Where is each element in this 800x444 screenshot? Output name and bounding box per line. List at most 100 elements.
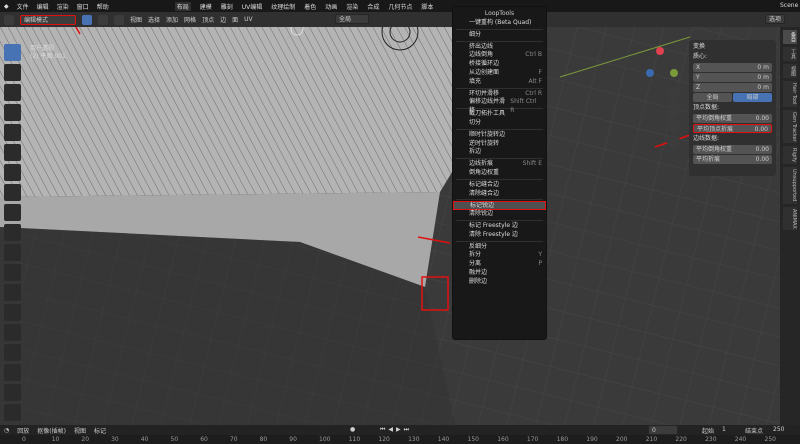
scale-icon[interactable]: [4, 124, 21, 141]
zoom-icon[interactable]: [667, 87, 680, 100]
inset-icon[interactable]: [4, 224, 21, 241]
tab-view[interactable]: 视图: [783, 64, 797, 78]
menu-item[interactable]: 顺时针旋转边: [453, 131, 546, 140]
vertex-select-icon[interactable]: [82, 14, 92, 25]
tab-unsupported[interactable]: Unsupported: [783, 167, 797, 204]
menu-item[interactable]: 标记锐边: [453, 201, 546, 211]
menu-item[interactable]: 标记缝合边: [453, 181, 546, 190]
local-button[interactable]: 局部: [733, 93, 772, 102]
y-field[interactable]: Y0 m: [693, 73, 772, 82]
tab-modeling[interactable]: 建模: [200, 2, 212, 11]
tab-layout[interactable]: 布局: [174, 1, 191, 11]
menu-item[interactable]: 删除边: [453, 278, 546, 287]
shrink-icon[interactable]: [4, 384, 21, 401]
vertex-crease-field[interactable]: 平均顶点折痕 0.00: [693, 124, 772, 133]
menu-item[interactable]: 挤出边线: [453, 43, 546, 52]
3d-viewport[interactable]: 用户透视 (2) 平面.001: [0, 27, 780, 425]
menu-item[interactable]: 桥接循环边: [453, 60, 546, 69]
spin-icon[interactable]: [4, 324, 21, 341]
menu-item[interactable]: 清除缝合边: [453, 190, 546, 199]
end-field[interactable]: 250: [773, 426, 784, 433]
keying-menu[interactable]: 抠像(插帧): [37, 426, 66, 435]
menu-item[interactable]: 清除 Freestyle 边: [453, 231, 546, 240]
orientation-dropdown[interactable]: 全局: [335, 14, 369, 24]
tab-texture-paint[interactable]: 纹理绘制: [271, 2, 295, 11]
view-menu[interactable]: 视图: [74, 426, 86, 435]
menu-item[interactable]: 切分: [453, 119, 546, 128]
tab-shading[interactable]: 着色: [304, 2, 316, 11]
edge-slide-icon[interactable]: [4, 364, 21, 381]
edge-bevel-weight-field[interactable]: 平均倒角权重 0.00: [693, 145, 772, 154]
menu-item[interactable]: 分离 P: [453, 260, 546, 269]
edge-crease-field[interactable]: 平均折痕 0.00: [693, 155, 772, 164]
vertex-bevel-weight-field[interactable]: 平均倒角权重 0.00: [693, 114, 772, 123]
menu-mesh[interactable]: 网格: [184, 15, 196, 24]
menu-item[interactable]: 拆边: [453, 148, 546, 157]
menu-item[interactable]: 边线折痕 Shift E: [453, 160, 546, 169]
bevel-icon[interactable]: [4, 244, 21, 261]
current-frame-field[interactable]: 0: [648, 425, 678, 435]
menu-item[interactable]: 反细分: [453, 243, 546, 252]
shear-icon[interactable]: [4, 404, 21, 421]
start-field[interactable]: 1: [722, 426, 726, 433]
mode-dropdown[interactable]: 编辑模式: [20, 14, 76, 25]
menu-item[interactable]: 边线倒角 Ctrl B: [453, 51, 546, 60]
gizmo-y-icon[interactable]: [670, 69, 678, 77]
menu-window[interactable]: 窗口: [77, 2, 89, 11]
menu-item[interactable]: 细分: [453, 31, 546, 40]
menu-select[interactable]: 选择: [148, 15, 160, 24]
gizmo-z-icon[interactable]: [656, 47, 664, 55]
scene-name[interactable]: Scene: [780, 2, 798, 9]
knife-icon[interactable]: [4, 284, 21, 301]
playback-menu[interactable]: 回放: [17, 426, 29, 435]
tab-scripting[interactable]: 脚本: [421, 2, 433, 11]
tab-uv[interactable]: UV编辑: [242, 2, 263, 11]
menu-add[interactable]: 添加: [166, 15, 178, 24]
menu-item[interactable]: 融并边: [453, 269, 546, 278]
tab-sculpting[interactable]: 雕刻: [221, 2, 233, 11]
menu-view[interactable]: 视图: [130, 15, 142, 24]
extrude-icon[interactable]: [4, 204, 21, 221]
playback-controls-icon[interactable]: ⏮◀▶⏭: [380, 426, 412, 434]
menu-face[interactable]: 面: [232, 15, 238, 24]
blender-logo-icon[interactable]: ◆: [4, 3, 9, 10]
record-icon[interactable]: ●: [350, 426, 355, 433]
menu-uv[interactable]: UV: [244, 16, 253, 23]
rotate-icon[interactable]: [4, 104, 21, 121]
tab-geometry-nodes[interactable]: 几何节点: [388, 2, 412, 11]
menu-item[interactable]: 逆时针旋转: [453, 140, 546, 149]
add-cube-icon[interactable]: [4, 184, 21, 201]
options-dropdown[interactable]: 选项: [765, 14, 786, 24]
global-button[interactable]: 全局: [693, 93, 732, 102]
menu-item[interactable]: 拆分 Y: [453, 251, 546, 260]
pan-hand-icon[interactable]: [667, 103, 680, 116]
z-field[interactable]: Z0 m: [693, 83, 772, 92]
tab-tool[interactable]: 工具: [783, 47, 797, 61]
tab-hair-tool[interactable]: Hair Tool: [783, 81, 797, 107]
tab-animation[interactable]: 动画: [325, 2, 337, 11]
menu-edge[interactable]: 边: [220, 15, 226, 24]
menu-file[interactable]: 文件: [17, 2, 29, 11]
editor-type-icon[interactable]: ◔: [4, 427, 9, 434]
menu-item[interactable]: 清除锐边: [453, 210, 546, 219]
move-icon[interactable]: [4, 84, 21, 101]
timeline-ruler[interactable]: 0 10 20 30 40 50 60 70 80 90 100 110 120 130 140 150 160…: [0, 435, 800, 444]
tab-rendering[interactable]: 渲染: [346, 2, 358, 11]
menu-item[interactable]: 一键重构 (Beta Quad): [453, 19, 546, 28]
menu-item[interactable]: 偏移边线并滑移 Shift Ctrl R: [453, 98, 546, 114]
marker-menu[interactable]: 标记: [94, 426, 106, 435]
menu-render[interactable]: 渲染: [57, 2, 69, 11]
annotate-icon[interactable]: [4, 144, 21, 161]
loop-cut-icon[interactable]: [4, 264, 21, 281]
menu-item[interactable]: 截刀拓扑工具: [453, 110, 546, 119]
menu-edit[interactable]: 编辑: [37, 2, 49, 11]
transform-header[interactable]: 变换: [693, 42, 772, 52]
menu-item[interactable]: 填充 Alt F: [453, 78, 546, 87]
tab-item[interactable]: 条目: [783, 30, 797, 44]
x-field[interactable]: X0 m: [693, 63, 772, 72]
menu-vertex[interactable]: 顶点: [202, 15, 214, 24]
menu-item[interactable]: 从边创建面 F: [453, 69, 546, 78]
menu-help[interactable]: 帮助: [97, 2, 109, 11]
poly-build-icon[interactable]: [4, 304, 21, 321]
menu-item[interactable]: 倒角边权重: [453, 169, 546, 178]
